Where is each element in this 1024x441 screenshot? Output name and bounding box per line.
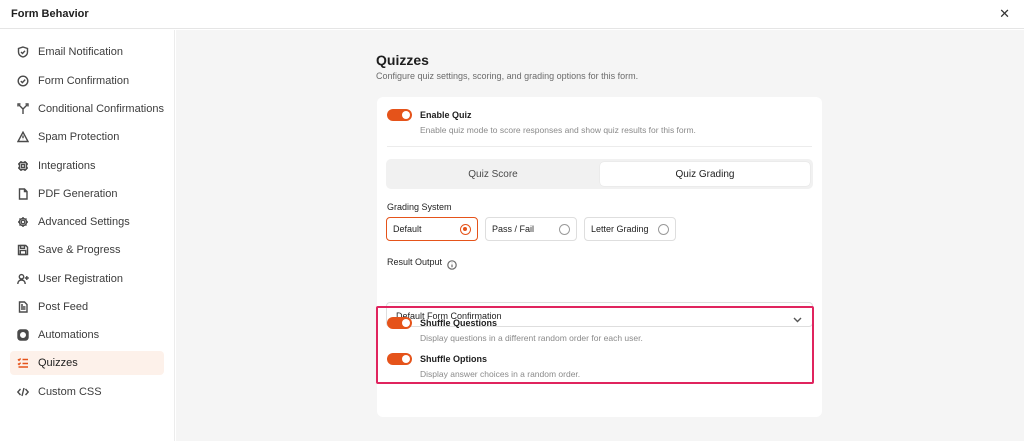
shuffle-options-toggle[interactable] — [387, 353, 412, 365]
main-panel: Quizzes Configure quiz settings, scoring… — [176, 30, 1024, 441]
sidebar-item-conditional-confirmations[interactable]: Conditional Confirmations — [10, 97, 164, 121]
file-icon — [17, 188, 29, 200]
automation-icon — [17, 329, 29, 341]
sidebar-item-spam-protection[interactable]: Spam Protection — [10, 125, 164, 149]
info-icon[interactable] — [447, 257, 457, 270]
tab-quiz-grading[interactable]: Quiz Grading — [600, 162, 810, 186]
user-plus-icon — [17, 273, 29, 285]
grading-option-label: Default — [393, 224, 422, 234]
sidebar-item-advanced-settings[interactable]: Advanced Settings — [10, 210, 164, 234]
code-icon — [17, 386, 29, 398]
list-check-icon — [17, 357, 29, 369]
radio-unselected-icon — [559, 223, 570, 235]
chevron-down-icon — [793, 311, 802, 323]
sidebar-item-automations[interactable]: Automations — [10, 323, 164, 347]
radio-unselected-icon — [658, 223, 669, 235]
grading-option-default[interactable]: Default — [386, 217, 478, 241]
chip-icon — [17, 160, 29, 172]
sidebar-item-label: Save & Progress — [38, 244, 121, 256]
title-bar: Form Behavior ✕ — [0, 0, 1024, 29]
sidebar-item-post-feed[interactable]: Post Feed — [10, 295, 164, 319]
grading-option-label: Pass / Fail — [492, 224, 535, 234]
shuffle-questions-description: Display questions in a different random … — [420, 333, 643, 343]
save-icon — [17, 244, 29, 256]
page-subtitle: Configure quiz settings, scoring, and gr… — [376, 71, 639, 81]
window-title: Form Behavior — [11, 8, 89, 20]
grading-option-letter-grading[interactable]: Letter Grading — [584, 217, 676, 241]
shuffle-options-description: Display answer choices in a random order… — [420, 369, 581, 379]
tab-quiz-score[interactable]: Quiz Score — [388, 162, 598, 186]
shuffle-questions-label: Shuffle Questions — [420, 318, 498, 328]
sidebar-item-form-confirmation[interactable]: Form Confirmation — [10, 69, 164, 93]
branch-icon — [17, 103, 29, 115]
sidebar-item-label: User Registration — [38, 273, 123, 285]
quiz-settings-card: Enable Quiz Enable quiz mode to score re… — [377, 97, 822, 417]
gear-icon — [17, 216, 29, 228]
sidebar-item-save-progress[interactable]: Save & Progress — [10, 238, 164, 262]
sidebar-item-label: Automations — [38, 329, 100, 341]
warning-icon — [17, 131, 29, 143]
quiz-tabs: Quiz Score Quiz Grading — [386, 159, 813, 189]
sidebar-item-pdf-generation[interactable]: PDF Generation — [10, 182, 164, 206]
sidebar-item-integrations[interactable]: Integrations — [10, 154, 164, 178]
sidebar-item-label: Quizzes — [38, 357, 78, 369]
sidebar-item-label: PDF Generation — [38, 188, 118, 200]
sidebar-item-label: Conditional Confirmations — [38, 103, 164, 115]
radio-selected-icon — [460, 223, 471, 235]
check-circle-icon — [17, 75, 29, 87]
sidebar-item-custom-css[interactable]: Custom CSS — [10, 380, 164, 404]
sidebar-item-label: Advanced Settings — [38, 216, 130, 228]
page-title: Quizzes — [376, 52, 429, 68]
grading-option-pass-fail[interactable]: Pass / Fail — [485, 217, 577, 241]
sidebar-item-label: Form Confirmation — [38, 75, 130, 87]
sidebar-item-label: Integrations — [38, 160, 96, 172]
sidebar: Email Notification Form Confirmation Con… — [0, 30, 175, 441]
grading-option-label: Letter Grading — [591, 224, 649, 234]
enable-quiz-description: Enable quiz mode to score responses and … — [420, 125, 696, 135]
sidebar-item-label: Custom CSS — [38, 386, 102, 398]
sidebar-item-label: Email Notification — [38, 46, 123, 58]
sidebar-item-label: Post Feed — [38, 301, 89, 313]
sidebar-item-quizzes[interactable]: Quizzes — [10, 351, 164, 375]
enable-quiz-label: Enable Quiz — [420, 110, 472, 120]
document-icon — [17, 301, 29, 313]
shield-icon — [17, 46, 29, 58]
result-output-label: Result Output — [387, 257, 443, 267]
sidebar-item-email-notification[interactable]: Email Notification — [10, 40, 164, 64]
enable-quiz-toggle[interactable] — [387, 109, 412, 121]
divider — [387, 146, 812, 147]
sidebar-item-label: Spam Protection — [38, 131, 120, 143]
close-icon[interactable]: ✕ — [999, 6, 1010, 22]
shuffle-options-label: Shuffle Options — [420, 354, 487, 364]
sidebar-item-user-registration[interactable]: User Registration — [10, 267, 164, 291]
grading-system-label: Grading System — [387, 202, 452, 212]
shuffle-questions-toggle[interactable] — [387, 317, 412, 329]
